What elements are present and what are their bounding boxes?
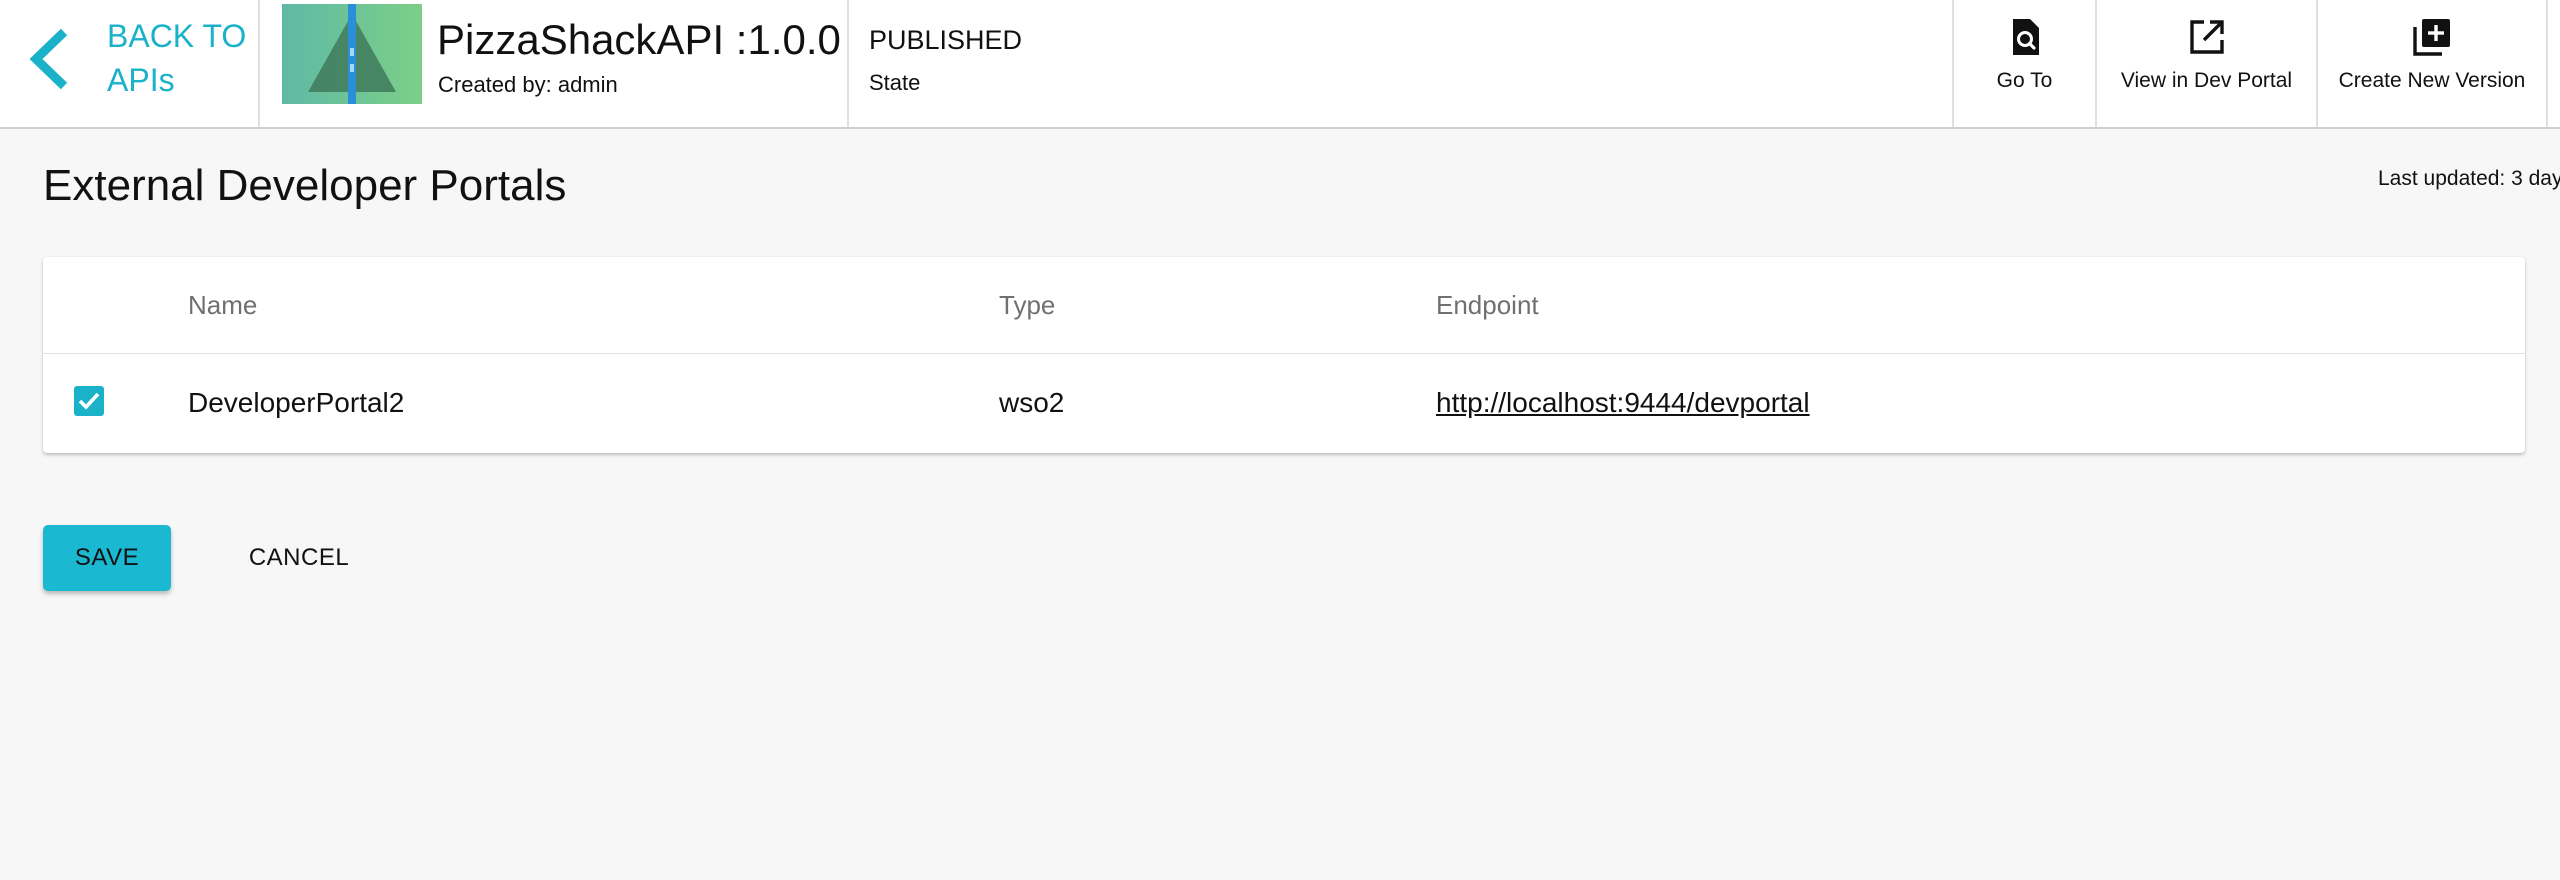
chevron-left-icon [29, 28, 68, 90]
api-title: PizzaShackAPI :1.0.0 [437, 16, 841, 63]
add-box-icon [2413, 19, 2450, 56]
table-row: DeveloperPortal2 wso2 http://localhost:9… [43, 354, 2525, 453]
row-select-checkbox[interactable] [74, 386, 104, 416]
portal-endpoint-link[interactable]: http://localhost:9444/devportal [1436, 384, 1810, 422]
developer-portals-table: Name Type Endpoint DeveloperPortal2 wso2… [43, 257, 2525, 453]
create-new-version-button[interactable]: Create New Version [2316, 0, 2546, 127]
back-to-apis-link[interactable]: BACK TO APIs [0, 0, 260, 127]
view-in-dev-portal-label: View in Dev Portal [2120, 69, 2293, 92]
column-header-name[interactable]: Name [188, 287, 257, 323]
portal-name-cell: DeveloperPortal2 [188, 387, 405, 418]
save-button[interactable]: SAVE [43, 525, 171, 591]
last-updated-text: Last updated: 3 day [2378, 167, 2560, 190]
header-divider [2546, 0, 2548, 127]
checkmark-icon [78, 392, 100, 410]
top-header: BACK TO APIs PizzaShackAPI :1.0.0 Create… [0, 0, 2560, 129]
cancel-button[interactable]: CANCEL [232, 525, 366, 591]
api-creator: Created by: admin [438, 72, 618, 97]
column-header-endpoint[interactable]: Endpoint [1436, 287, 1539, 323]
go-to-label: Go To [1996, 69, 2053, 92]
back-to-apis-label: BACK TO APIs [107, 18, 247, 98]
page-title: External Developer Portals [43, 161, 567, 210]
go-to-button[interactable]: Go To [1952, 0, 2095, 127]
api-state-label: State [869, 70, 921, 95]
api-state-value: PUBLISHED [869, 25, 1023, 55]
column-header-type[interactable]: Type [999, 287, 1055, 323]
portal-type-cell: wso2 [999, 387, 1065, 418]
header-divider [847, 0, 849, 127]
search-document-icon [2012, 19, 2039, 55]
api-thumbnail-icon [282, 4, 422, 104]
table-header-row: Name Type Endpoint [43, 257, 2525, 354]
view-in-dev-portal-button[interactable]: View in Dev Portal [2095, 0, 2316, 127]
create-new-version-label: Create New Version [2338, 69, 2526, 92]
open-external-icon [2189, 20, 2224, 54]
